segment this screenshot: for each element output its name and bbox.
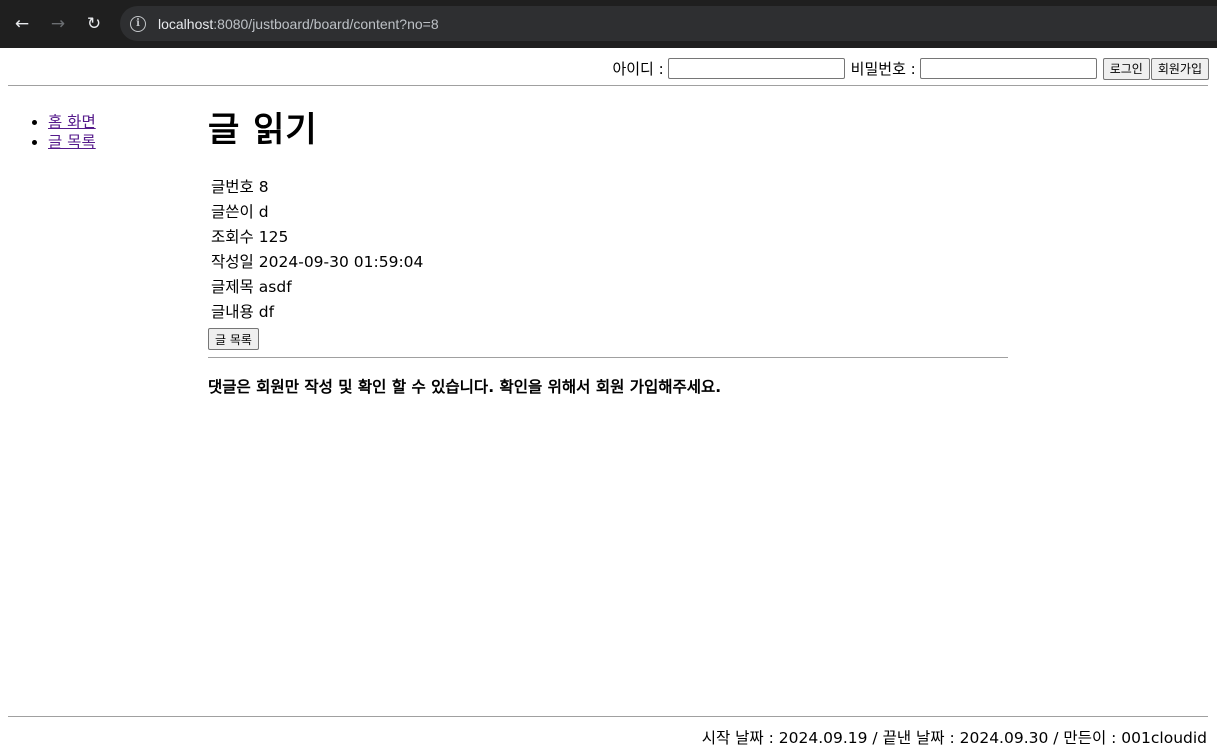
home-link[interactable]: 홈 화면 bbox=[48, 113, 96, 131]
field-value: d bbox=[258, 203, 269, 221]
field-label: 글쓴이 bbox=[211, 203, 254, 221]
field-label: 글제목 bbox=[211, 278, 254, 296]
field-author: 글쓴이 d bbox=[208, 200, 1008, 225]
post-content: 글 읽기 글번호 8 글쓴이 d 조회수 125 작성일 2024-09-30 01:5… bbox=[208, 105, 1008, 350]
field-post-body: 글내용 df bbox=[208, 300, 1008, 325]
url-host: localhost bbox=[158, 15, 214, 32]
id-label: 아이디 : bbox=[612, 60, 664, 78]
field-label: 글내용 bbox=[211, 303, 254, 321]
address-bar[interactable]: i localhost:8080/justboard/board/content… bbox=[120, 6, 1217, 41]
side-nav: 홈 화면 글 목록 bbox=[28, 112, 96, 152]
back-icon[interactable]: ← bbox=[10, 12, 34, 36]
footer-divider bbox=[8, 716, 1208, 717]
field-post-number: 글번호 8 bbox=[208, 175, 1008, 200]
password-input[interactable] bbox=[919, 58, 1097, 79]
url-path: :8080/justboard/board/content?no=8 bbox=[213, 15, 439, 32]
signup-button[interactable]: 회원가입 bbox=[1150, 57, 1209, 80]
content-divider bbox=[208, 357, 1008, 358]
login-bar: 아이디 : 비밀번호 : 로그인 회원가입 bbox=[0, 55, 1209, 82]
post-list-button[interactable]: 글 목록 bbox=[208, 328, 259, 350]
site-info-icon[interactable]: i bbox=[130, 15, 146, 32]
forward-icon[interactable]: → bbox=[46, 12, 70, 36]
url-text[interactable]: localhost:8080/justboard/board/content?n… bbox=[158, 16, 439, 32]
field-label: 작성일 bbox=[211, 253, 254, 271]
field-value: 2024-09-30 01:59:04 bbox=[258, 253, 424, 271]
post-list-link[interactable]: 글 목록 bbox=[48, 133, 96, 151]
login-button[interactable]: 로그인 bbox=[1102, 57, 1150, 80]
field-value: 125 bbox=[258, 228, 289, 246]
field-post-title: 글제목 asdf bbox=[208, 275, 1008, 300]
nav-item-list: 글 목록 bbox=[48, 132, 96, 152]
post-fields: 글번호 8 글쓴이 d 조회수 125 작성일 2024-09-30 01:59:04 … bbox=[208, 175, 1008, 325]
field-value: 8 bbox=[258, 178, 269, 196]
field-views: 조회수 125 bbox=[208, 225, 1008, 250]
field-value: df bbox=[258, 303, 275, 321]
field-value: asdf bbox=[258, 278, 292, 296]
footer-text: 시작 날짜 : 2024.09.19 / 끝낸 날짜 : 2024.09.30 … bbox=[701, 729, 1207, 747]
password-label: 비밀번호 : bbox=[850, 60, 916, 78]
comment-notice: 댓글은 회원만 작성 및 확인 할 수 있습니다. 확인을 위해서 회원 가입해… bbox=[208, 378, 722, 396]
browser-toolbar: ← → ↻ i localhost:8080/justboard/board/c… bbox=[0, 0, 1217, 48]
field-created-date: 작성일 2024-09-30 01:59:04 bbox=[208, 250, 1008, 275]
field-label: 조회수 bbox=[211, 228, 254, 246]
nav-item-home: 홈 화면 bbox=[48, 112, 96, 132]
reload-icon[interactable]: ↻ bbox=[82, 12, 106, 36]
page-title: 글 읽기 bbox=[208, 110, 318, 150]
header-divider bbox=[8, 85, 1208, 86]
field-label: 글번호 bbox=[211, 178, 254, 196]
id-input[interactable] bbox=[667, 58, 845, 79]
